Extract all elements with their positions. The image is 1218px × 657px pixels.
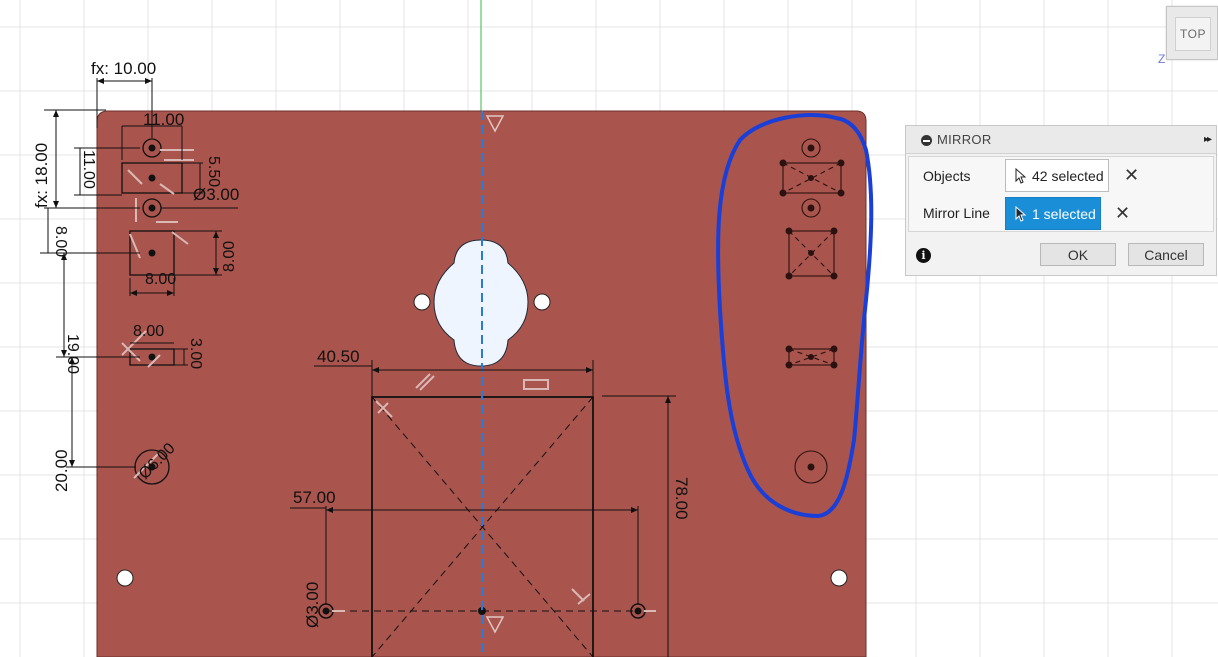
dim-11-vertical[interactable]: 11.00 bbox=[80, 150, 97, 189]
mirror-line-label: Mirror Line bbox=[923, 205, 990, 221]
cutout-hole-left[interactable] bbox=[413, 293, 431, 311]
dim-diameter-3-top[interactable]: Ø3.00 bbox=[193, 185, 239, 204]
sketch-canvas[interactable]: fx: 10.00 fx: 18.00 11.00 11.00 5.50 Ø3.… bbox=[0, 0, 1218, 657]
mirror-line-clear-icon[interactable]: ✕ bbox=[1115, 204, 1130, 222]
dim-40-50[interactable]: 40.50 bbox=[317, 347, 360, 366]
expand-icon[interactable]: ▸▸ bbox=[1204, 134, 1212, 145]
mirror-line-selection-value: 1 selected bbox=[1032, 205, 1096, 222]
dim-57[interactable]: 57.00 bbox=[293, 488, 336, 507]
dim-fx-height[interactable]: fx: 18.00 bbox=[32, 143, 51, 208]
collapse-icon[interactable] bbox=[921, 135, 932, 146]
dim-8-vertical-left[interactable]: 8.00 bbox=[52, 226, 69, 257]
bottom-hole-left-center bbox=[322, 607, 330, 615]
objects-selection-button[interactable]: 42 selected bbox=[1005, 159, 1109, 192]
objects-label: Objects bbox=[923, 168, 971, 184]
dim-5-50[interactable]: 5.50 bbox=[205, 156, 222, 187]
mirror-line-selection-button[interactable]: 1 selected bbox=[1005, 197, 1101, 230]
ok-button[interactable]: OK bbox=[1040, 243, 1116, 266]
objects-selection-value: 42 selected bbox=[1032, 167, 1104, 184]
dim-3-00[interactable]: 3.00 bbox=[187, 338, 204, 369]
corner-hole-right[interactable] bbox=[830, 569, 848, 587]
z-axis-label: Z bbox=[1158, 52, 1166, 66]
dialog-title: MIRROR bbox=[937, 132, 992, 147]
dim-8-horizontal-a[interactable]: 8.00 bbox=[145, 271, 176, 288]
cancel-button[interactable]: Cancel bbox=[1128, 243, 1204, 266]
mirror-dialog-header: MIRROR ▸▸ bbox=[906, 126, 1216, 154]
cursor-icon bbox=[1015, 168, 1027, 184]
cursor-icon bbox=[1015, 206, 1027, 222]
dim-20[interactable]: 20.00 bbox=[52, 449, 71, 492]
dim-19[interactable]: 19.00 bbox=[64, 334, 81, 374]
viewcube[interactable]: TOP bbox=[1166, 6, 1218, 60]
mirror-dialog-body: Objects 42 selected ✕ Mirror Line 1 sele… bbox=[908, 156, 1214, 232]
bottom-hole-right-center bbox=[634, 607, 642, 615]
mirror-dialog: MIRROR ▸▸ Objects 42 selected ✕ Mirror L… bbox=[905, 125, 1217, 276]
cutout-hole-right[interactable] bbox=[533, 293, 551, 311]
viewcube-top-face[interactable]: TOP bbox=[1175, 17, 1211, 51]
dim-8-horizontal-b[interactable]: 8.00 bbox=[133, 323, 164, 340]
corner-hole-left[interactable] bbox=[116, 569, 134, 587]
dim-78[interactable]: 78.00 bbox=[672, 477, 691, 520]
dim-fx-width[interactable]: fx: 10.00 bbox=[91, 59, 156, 78]
dim-8-vertical-right[interactable]: 8.00 bbox=[221, 241, 238, 272]
dim-diameter-3-bottom[interactable]: Ø3.00 bbox=[303, 582, 322, 628]
dim-11-horizontal[interactable]: 11.00 bbox=[143, 110, 184, 129]
objects-clear-icon[interactable]: ✕ bbox=[1124, 166, 1139, 184]
info-icon[interactable]: i bbox=[916, 248, 931, 263]
